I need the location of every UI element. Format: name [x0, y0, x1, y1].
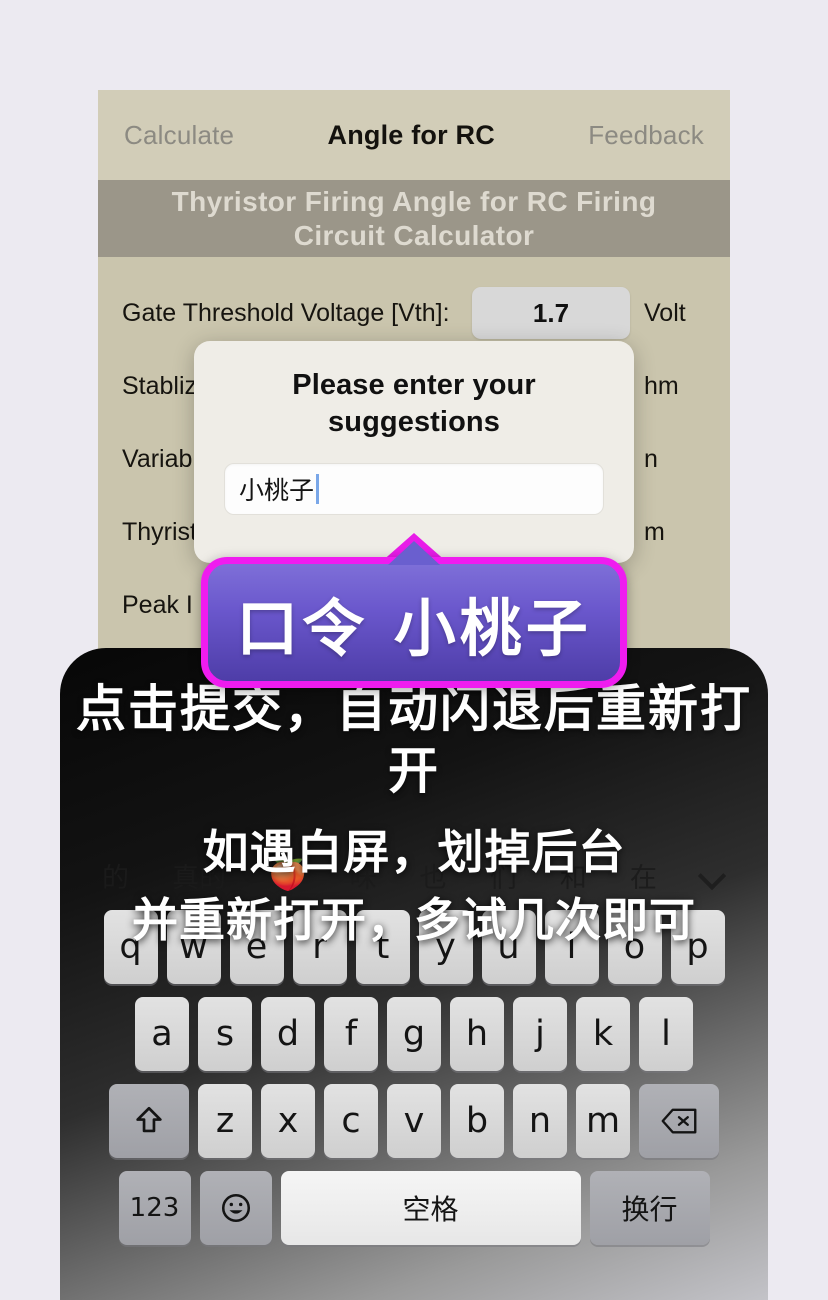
- promo-callout: 口令 小桃子: [201, 533, 627, 688]
- key-b[interactable]: b: [450, 1084, 504, 1158]
- unit-gate-threshold-voltage: Volt: [644, 298, 686, 327]
- label-variable-resistor: Variabl: [122, 444, 198, 473]
- suggestion-dialog: Please enter your suggestions 小桃子: [194, 341, 634, 563]
- key-m[interactable]: m: [576, 1084, 630, 1158]
- callout-text: 口令 小桃子: [236, 591, 592, 665]
- suggestion-input-value: 小桃子: [239, 477, 315, 505]
- unit-variable-resistor: n: [644, 444, 658, 473]
- key-k[interactable]: k: [576, 997, 630, 1071]
- return-key[interactable]: 换行: [589, 1171, 710, 1245]
- suggestion-item[interactable]: 的: [102, 856, 129, 895]
- key-a[interactable]: a: [135, 997, 189, 1071]
- key-u[interactable]: u: [481, 910, 536, 984]
- key-c[interactable]: c: [324, 1084, 378, 1158]
- instruction-overlay-panel: 的 真的 🍑 味 也 们 和 在 q w e r t y u i o p a s…: [60, 648, 768, 1300]
- key-x[interactable]: x: [261, 1084, 315, 1158]
- suggestion-item[interactable]: 们: [490, 856, 517, 895]
- key-d[interactable]: d: [261, 997, 315, 1071]
- page-title-band: Thyristor Firing Angle for RC Firing Cir…: [98, 180, 730, 257]
- callout-tail-fill: [388, 541, 440, 565]
- page-title-line1: Thyristor Firing Angle for RC Firing: [171, 185, 657, 217]
- tab-angle-for-rc[interactable]: Angle for RC: [328, 120, 495, 151]
- keyboard-row-3: z x c v b n m: [98, 1084, 730, 1158]
- top-tab-bar: Calculate Angle for RC Feedback: [98, 90, 730, 180]
- backspace-icon[interactable]: [639, 1084, 719, 1158]
- unit-thyristor: m: [644, 517, 665, 546]
- label-gate-threshold-voltage: Gate Threshold Voltage [Vth]:: [122, 298, 450, 327]
- key-h[interactable]: h: [450, 997, 504, 1071]
- suggestion-item[interactable]: 在: [630, 856, 657, 895]
- callout-box[interactable]: 口令 小桃子: [201, 557, 627, 688]
- input-gate-threshold-voltage[interactable]: 1.7: [472, 287, 630, 339]
- key-g[interactable]: g: [387, 997, 441, 1071]
- shift-arrow-icon[interactable]: [109, 1084, 189, 1158]
- key-s[interactable]: s: [198, 997, 252, 1071]
- key-q[interactable]: q: [103, 910, 158, 984]
- key-i[interactable]: i: [544, 910, 599, 984]
- key-w[interactable]: w: [166, 910, 221, 984]
- screenshot-root: Calculate Angle for RC Feedback Thyristo…: [0, 0, 828, 1300]
- space-key[interactable]: 空格: [280, 1171, 581, 1245]
- suggestion-item[interactable]: 真的: [172, 856, 226, 895]
- key-p[interactable]: p: [670, 910, 725, 984]
- key-f[interactable]: f: [324, 997, 378, 1071]
- key-j[interactable]: j: [513, 997, 567, 1071]
- form-row-gate-threshold-voltage: Gate Threshold Voltage [Vth]: 1.7 Volt: [122, 279, 706, 347]
- keyboard-rows: q w e r t y u i o p a s d f g h j k l z …: [98, 910, 730, 1258]
- label-peak-current: Peak I: [122, 590, 193, 619]
- keyboard-row-2: a s d f g h j k l: [98, 997, 730, 1071]
- emoji-smiley-icon[interactable]: [199, 1171, 272, 1245]
- suggestion-input-field[interactable]: 小桃子: [224, 463, 604, 515]
- suggestion-item[interactable]: 味: [350, 856, 377, 895]
- tab-feedback[interactable]: Feedback: [588, 120, 704, 151]
- suggestion-item[interactable]: 也: [420, 856, 447, 895]
- dialog-title: Please enter your suggestions: [292, 369, 536, 438]
- suggestion-item[interactable]: 和: [560, 856, 587, 895]
- numbers-key[interactable]: 123: [118, 1171, 191, 1245]
- key-y[interactable]: y: [418, 910, 473, 984]
- key-e[interactable]: e: [229, 910, 284, 984]
- suggestion-item-emoji[interactable]: 🍑: [269, 858, 306, 893]
- keyboard-suggestion-bar: 的 真的 🍑 味 也 们 和 在: [98, 844, 730, 906]
- key-o[interactable]: o: [607, 910, 662, 984]
- label-thyristor: Thyrist: [122, 517, 197, 546]
- onscreen-keyboard: 的 真的 🍑 味 也 们 和 在 q w e r t y u i o p a s…: [98, 844, 730, 1300]
- key-r[interactable]: r: [292, 910, 347, 984]
- text-caret: [316, 474, 320, 504]
- page-title-line2: Circuit Calculator: [293, 219, 535, 251]
- key-z[interactable]: z: [198, 1084, 252, 1158]
- key-v[interactable]: v: [387, 1084, 441, 1158]
- keyboard-row-4: 123 空格 换行: [98, 1171, 730, 1245]
- keyboard-row-1: q w e r t y u i o p: [98, 910, 730, 984]
- unit-stabilizing-resistor: hm: [644, 371, 679, 400]
- key-n[interactable]: n: [513, 1084, 567, 1158]
- key-t[interactable]: t: [355, 910, 410, 984]
- label-stabilizing-resistor: Stabliz: [122, 371, 198, 400]
- key-l[interactable]: l: [639, 997, 693, 1071]
- tab-calculate[interactable]: Calculate: [124, 120, 234, 151]
- chevron-down-icon[interactable]: [700, 862, 726, 888]
